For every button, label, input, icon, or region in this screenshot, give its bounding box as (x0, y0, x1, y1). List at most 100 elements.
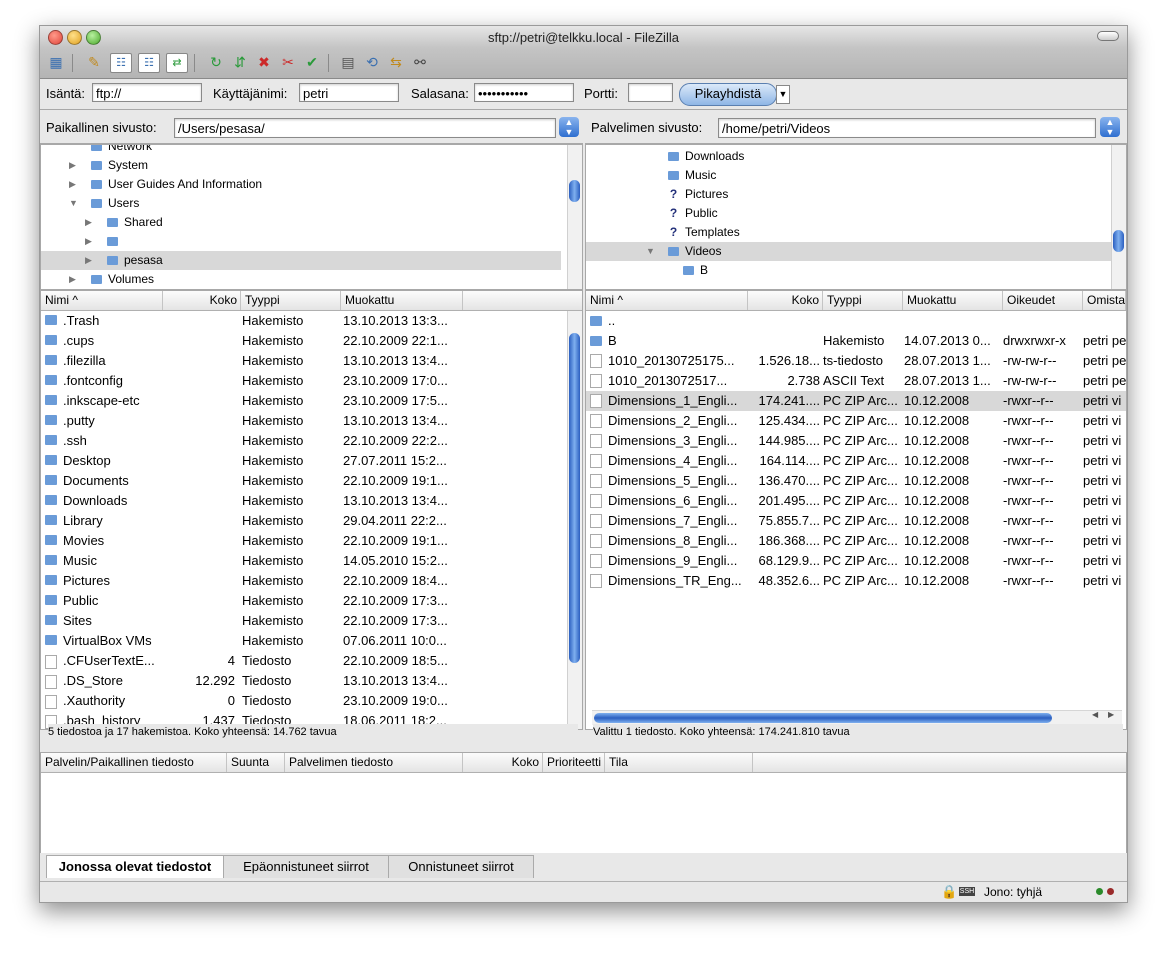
remote-file-row[interactable]: Dimensions_TR_Eng... 48.352.6... PC ZIP Ar… (586, 571, 1126, 591)
remote-file-row[interactable]: Dimensions_5_Engli... 136.470.... PC ZIP A… (586, 471, 1126, 491)
tree-item-pesasa[interactable]: ▶ pesasa (41, 251, 561, 270)
local-file-row[interactable]: Downloads Hakemisto 13.10.2013 13:4... (41, 491, 566, 511)
remote-file-row[interactable]: Dimensions_7_Engli... 75.855.7... PC ZIP A… (586, 511, 1126, 531)
local-file-row[interactable]: .cups Hakemisto 22.10.2009 22:1... (41, 331, 566, 351)
tree-item-hidden[interactable]: ▶ (41, 232, 561, 251)
collapsed-arrow-icon[interactable]: ▶ (69, 270, 76, 289)
remote-file-row[interactable]: B Hakemisto 14.07.2013 0... drwxrwxr-x petri… (586, 331, 1126, 351)
remote-file-row[interactable]: .. (586, 311, 1126, 331)
tab-failed-transfers[interactable]: Epäonnistuneet siirrot (223, 855, 389, 878)
tree-item-user-guides-and-information[interactable]: ▶ User Guides And Information (41, 175, 561, 194)
remote-file-row[interactable]: Dimensions_4_Engli... 164.114.... PC ZIP A… (586, 451, 1126, 471)
transfer-queue-icon[interactable]: ⇄ (166, 53, 188, 73)
tab-queued-files[interactable]: Jonossa olevat tiedostot (46, 855, 224, 878)
remote-tree-icon[interactable]: ☷ (138, 53, 160, 73)
host-input[interactable]: ftp:// (92, 83, 202, 102)
directory-listing-filter-icon[interactable]: ▤ (338, 53, 358, 71)
username-input[interactable]: petri (299, 83, 399, 102)
local-file-row[interactable]: Desktop Hakemisto 27.07.2011 15:2... (41, 451, 566, 471)
local-list-scrollbar[interactable] (567, 311, 582, 729)
collapsed-arrow-icon[interactable]: ▶ (69, 156, 76, 175)
compare-dirs-icon[interactable]: ⇆ (386, 53, 406, 71)
local-path-input[interactable]: /Users/pesasa/ (174, 118, 556, 138)
remote-col-owner[interactable]: Omista (1083, 291, 1126, 310)
remote-col-modified[interactable]: Muokattu (903, 291, 1003, 310)
disconnect-icon[interactable]: ✂ (278, 53, 298, 71)
queue-col-state[interactable]: Tila (605, 753, 753, 772)
reconnect-icon[interactable]: ✔ (302, 53, 322, 71)
local-col-name[interactable]: Nimi ^ (41, 291, 163, 310)
collapsed-arrow-icon[interactable]: ▶ (69, 175, 76, 194)
queue-col-priority[interactable]: Prioriteetti (543, 753, 605, 772)
refresh-icon[interactable]: ↻ (206, 53, 226, 71)
remote-file-row[interactable]: Dimensions_9_Engli... 68.129.9... PC ZIP A… (586, 551, 1126, 571)
cancel-operation-icon[interactable]: ✖ (254, 53, 274, 71)
local-tree-scrollbar[interactable] (567, 145, 582, 289)
tree-item-network[interactable]: Network (41, 145, 561, 156)
collapsed-arrow-icon[interactable]: ▶ (85, 213, 92, 232)
local-file-row[interactable]: .inkscape-etc Hakemisto 23.10.2009 17:5... (41, 391, 566, 411)
message-log-icon[interactable]: ✎ (84, 53, 104, 71)
tree-item-shared[interactable]: ▶ Shared (41, 213, 561, 232)
local-file-row[interactable]: .putty Hakemisto 13.10.2013 13:4... (41, 411, 566, 431)
local-path-dropdown[interactable]: ▲ ▼ (559, 117, 579, 137)
remote-path-input[interactable]: /home/petri/Videos (718, 118, 1096, 138)
local-file-row[interactable]: .CFUserTextE... 4 Tiedosto 22.10.2009 18:5.… (41, 651, 566, 671)
password-input[interactable]: ••••••••••• (474, 83, 574, 102)
expanded-arrow-icon[interactable]: ▼ (69, 194, 78, 213)
port-input[interactable] (628, 83, 673, 102)
site-manager-icon[interactable]: ▦ (46, 53, 66, 71)
local-file-row[interactable]: Movies Hakemisto 22.10.2009 19:1... (41, 531, 566, 551)
remote-tree-item-videos[interactable]: ▼ Videos (586, 242, 1111, 261)
local-file-row[interactable]: Documents Hakemisto 22.10.2009 19:1... (41, 471, 566, 491)
remote-col-size[interactable]: Koko (748, 291, 823, 310)
queue-col-file[interactable]: Palvelin/Paikallinen tiedosto (41, 753, 227, 772)
remote-file-row[interactable]: Dimensions_6_Engli... 201.495.... PC ZIP A… (586, 491, 1126, 511)
remote-file-row[interactable]: Dimensions_2_Engli... 125.434.... PC ZIP A… (586, 411, 1126, 431)
local-file-row[interactable]: Pictures Hakemisto 22.10.2009 18:4... (41, 571, 566, 591)
expanded-arrow-icon[interactable]: ▼ (646, 242, 655, 261)
remote-tree-item-public[interactable]: ? Public (586, 204, 1111, 223)
tab-successful-transfers[interactable]: Onnistuneet siirrot (388, 855, 534, 878)
local-file-row[interactable]: VirtualBox VMs Hakemisto 07.06.2011 10:0..… (41, 631, 566, 651)
remote-path-dropdown[interactable]: ▲ ▼ (1100, 117, 1120, 137)
local-file-row[interactable]: .filezilla Hakemisto 13.10.2013 13:4... (41, 351, 566, 371)
binoculars-icon[interactable]: ⚯ (410, 53, 430, 71)
local-file-row[interactable]: .Xauthority 0 Tiedosto 23.10.2009 19:0... (41, 691, 566, 711)
remote-horizontal-scrollbar[interactable]: ◀ ▶ (592, 710, 1122, 725)
toolbar-toggle-button[interactable] (1097, 31, 1119, 41)
quickconnect-button[interactable]: Pikayhdistä (679, 83, 777, 106)
remote-file-row[interactable]: 1010_2013072517... 2.738 ASCII Text 28.07.2… (586, 371, 1126, 391)
local-file-row[interactable]: .ssh Hakemisto 22.10.2009 22:2... (41, 431, 566, 451)
queue-col-remote-file[interactable]: Palvelimen tiedosto (285, 753, 463, 772)
sync-browsing-icon[interactable]: ⟲ (362, 53, 382, 71)
remote-tree-scrollbar[interactable] (1111, 145, 1126, 289)
local-col-size[interactable]: Koko (163, 291, 241, 310)
local-file-row[interactable]: .DS_Store 12.292 Tiedosto 13.10.2013 13:4..… (41, 671, 566, 691)
remote-tree-item-music[interactable]: Music (586, 166, 1111, 185)
scroll-right-icon[interactable]: ▶ (1108, 710, 1114, 719)
queue-col-direction[interactable]: Suunta (227, 753, 285, 772)
tree-item-users[interactable]: ▼ Users (41, 194, 561, 213)
local-file-row[interactable]: Music Hakemisto 14.05.2010 15:2... (41, 551, 566, 571)
local-file-row[interactable]: .fontconfig Hakemisto 23.10.2009 17:0... (41, 371, 566, 391)
local-col-modified[interactable]: Muokattu (341, 291, 463, 310)
remote-col-permissions[interactable]: Oikeudet (1003, 291, 1083, 310)
remote-file-row[interactable]: 1010_20130725175... 1.526.18... ts-tiedost… (586, 351, 1126, 371)
remote-tree-item-pictures[interactable]: ? Pictures (586, 185, 1111, 204)
remote-file-row[interactable]: Dimensions_3_Engli... 144.985.... PC ZIP A… (586, 431, 1126, 451)
remote-file-row[interactable]: Dimensions_8_Engli... 186.368.... PC ZIP A… (586, 531, 1126, 551)
remote-file-row[interactable]: Dimensions_1_Engli... 174.241.... PC ZIP A… (586, 391, 1126, 411)
local-file-row[interactable]: Library Hakemisto 29.04.2011 22:2... (41, 511, 566, 531)
collapsed-arrow-icon[interactable]: ▶ (85, 232, 92, 251)
local-file-row[interactable]: .Trash Hakemisto 13.10.2013 13:3... (41, 311, 566, 331)
remote-col-name[interactable]: Nimi ^ (586, 291, 748, 310)
local-file-row[interactable]: Public Hakemisto 22.10.2009 17:3... (41, 591, 566, 611)
scroll-left-icon[interactable]: ◀ (1092, 710, 1098, 719)
tree-item-system[interactable]: ▶ System (41, 156, 561, 175)
local-file-row[interactable]: Sites Hakemisto 22.10.2009 17:3... (41, 611, 566, 631)
queue-col-size[interactable]: Koko (463, 753, 543, 772)
remote-tree-item-b[interactable]: B (586, 261, 1111, 280)
local-tree-icon[interactable]: ☷ (110, 53, 132, 73)
local-col-type[interactable]: Tyyppi (241, 291, 341, 310)
